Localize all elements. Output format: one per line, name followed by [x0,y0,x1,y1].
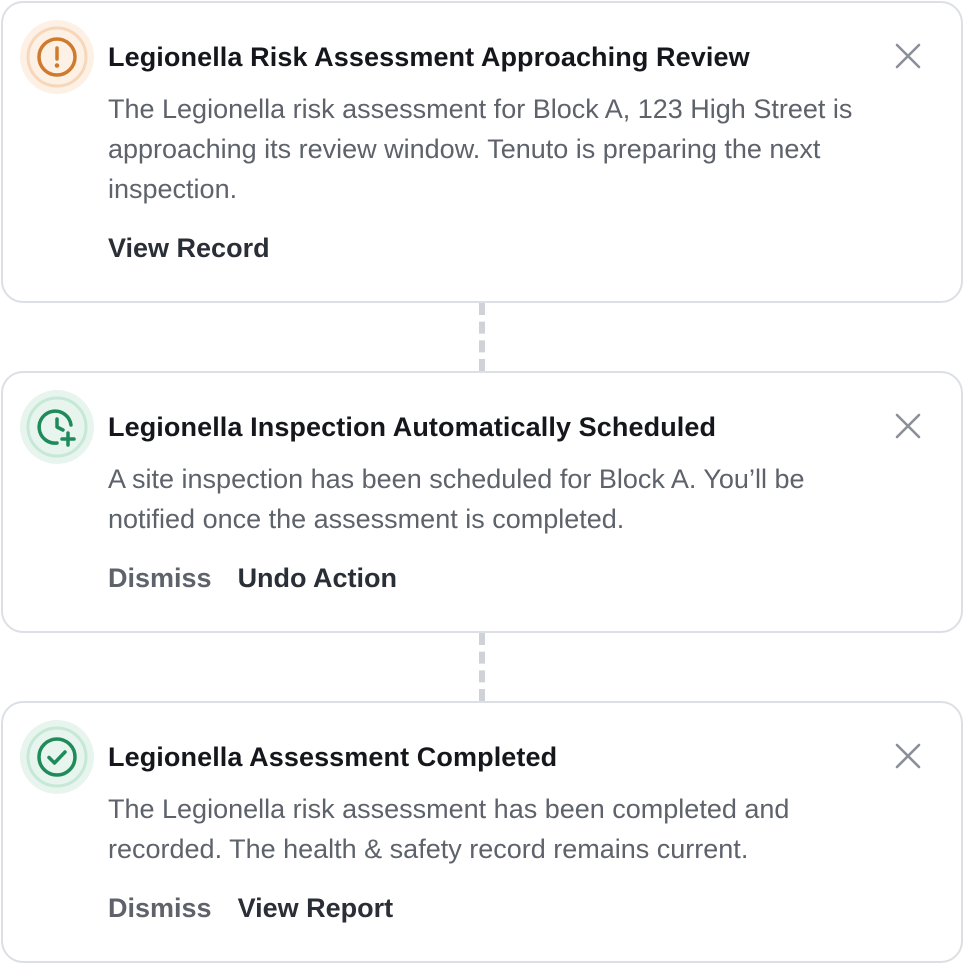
close-icon[interactable] [893,411,923,441]
notification-message: The Legionella risk assessment has been … [108,794,790,864]
view-report-button[interactable]: View Report [238,893,394,924]
notification-actions: Dismiss View Report [108,893,393,924]
dismiss-button[interactable]: Dismiss [108,893,212,924]
notification-title: Legionella Assessment Completed [108,742,558,772]
notification-title: Legionella Risk Assessment Approaching R… [108,42,750,72]
notification-card-completed: Legionella Assessment Completed The Legi… [1,701,963,963]
timeline-connector [479,633,485,701]
warning-circle-icon [19,19,95,95]
timeline-connector [479,303,485,371]
notification-actions: View Record [108,233,270,264]
notification-message: A site inspection has been scheduled for… [108,464,805,534]
check-circle-icon [19,719,95,795]
notification-card-scheduled: Legionella Inspection Automatically Sche… [1,371,963,633]
close-icon[interactable] [893,41,923,71]
close-icon[interactable] [893,741,923,771]
undo-action-button[interactable]: Undo Action [238,563,397,594]
dismiss-button[interactable]: Dismiss [108,563,212,594]
notification-title: Legionella Inspection Automatically Sche… [108,412,717,442]
clock-plus-icon [19,389,95,465]
notification-actions: Dismiss Undo Action [108,563,397,594]
notification-message: The Legionella risk assessment for Block… [108,94,853,204]
view-record-link[interactable]: View Record [108,233,270,264]
notification-card-review: Legionella Risk Assessment Approaching R… [1,1,963,303]
